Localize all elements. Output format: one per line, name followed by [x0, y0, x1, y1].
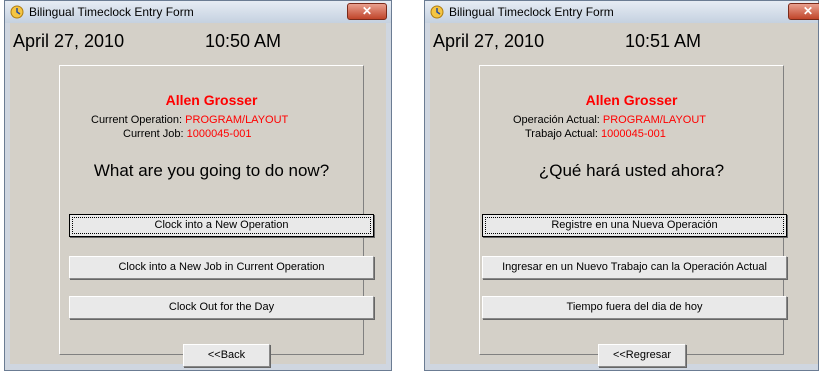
- current-operation-value: PROGRAM/LAYOUT: [185, 114, 289, 126]
- close-icon: ✕: [361, 4, 373, 18]
- current-operation-row: Operación Actual: PROGRAM/LAYOUT: [513, 114, 706, 126]
- current-operation-label: Current Operation:: [91, 114, 183, 126]
- employee-name: Allen Grosser: [165, 92, 258, 108]
- current-operation-label: Operación Actual:: [513, 114, 600, 126]
- window-title: Bilingual Timeclock Entry Form: [449, 5, 614, 19]
- close-button[interactable]: ✕: [788, 3, 819, 20]
- window-title: Bilingual Timeclock Entry Form: [29, 5, 194, 19]
- back-button[interactable]: <<Back: [183, 344, 270, 367]
- title-bar[interactable]: Bilingual Timeclock Entry Form ✕: [5, 1, 391, 23]
- action-panel: Allen Grosser Current Operation: PROGRAM…: [59, 65, 374, 367]
- clock-app-icon: [430, 5, 444, 19]
- current-job-value: 1000045-001: [186, 128, 252, 140]
- register-new-operation-button[interactable]: Registre en una Nueva Operación: [482, 214, 787, 237]
- current-job-row: Trabajo Actual: 1000045-001: [525, 128, 666, 140]
- clock-into-new-operation-button[interactable]: Clock into a New Operation: [69, 214, 374, 237]
- employee-name: Allen Grosser: [585, 92, 678, 108]
- time-display: 10:50 AM: [205, 31, 282, 51]
- action-panel: Allen Grosser Operación Actual: PROGRAM/…: [479, 65, 787, 367]
- current-job-label: Current Job:: [123, 128, 184, 140]
- current-job-row: Current Job: 1000045-001: [123, 128, 251, 140]
- date-display: April 27, 2010: [433, 31, 545, 51]
- date-display: April 27, 2010: [13, 31, 125, 51]
- time-display: 10:51 AM: [625, 31, 702, 51]
- question-prompt: What are you going to do now?: [93, 161, 330, 180]
- title-bar[interactable]: Bilingual Timeclock Entry Form ✕: [425, 1, 819, 23]
- back-button[interactable]: <<Regresar: [598, 344, 686, 367]
- close-icon: ✕: [802, 4, 814, 18]
- current-operation-row: Current Operation: PROGRAM/LAYOUT: [91, 114, 288, 126]
- time-out-today-button[interactable]: Tiempo fuera del dia de hoy: [482, 296, 787, 319]
- question-prompt: ¿Qué hará usted ahora?: [538, 161, 725, 180]
- timeclock-window-spanish: Bilingual Timeclock Entry Form ✕ April 2…: [424, 0, 819, 371]
- timeclock-window-english: Bilingual Timeclock Entry Form ✕ April 2…: [4, 0, 392, 371]
- enter-new-job-button[interactable]: Ingresar en un Nuevo Trabajo can la Oper…: [482, 256, 787, 279]
- current-operation-value: PROGRAM/LAYOUT: [602, 114, 706, 126]
- current-job-label: Trabajo Actual:: [525, 128, 598, 140]
- current-job-value: 1000045-001: [601, 128, 666, 140]
- clock-app-icon: [10, 5, 24, 19]
- close-button[interactable]: ✕: [347, 3, 387, 20]
- form-client-area: April 27, 2010 10:50 AM Allen Grosser Cu…: [10, 23, 386, 367]
- clock-into-new-job-button[interactable]: Clock into a New Job in Current Operatio…: [69, 256, 374, 279]
- clock-out-button[interactable]: Clock Out for the Day: [69, 296, 374, 319]
- form-client-area: April 27, 2010 10:51 AM Allen Grosser Op…: [430, 23, 818, 367]
